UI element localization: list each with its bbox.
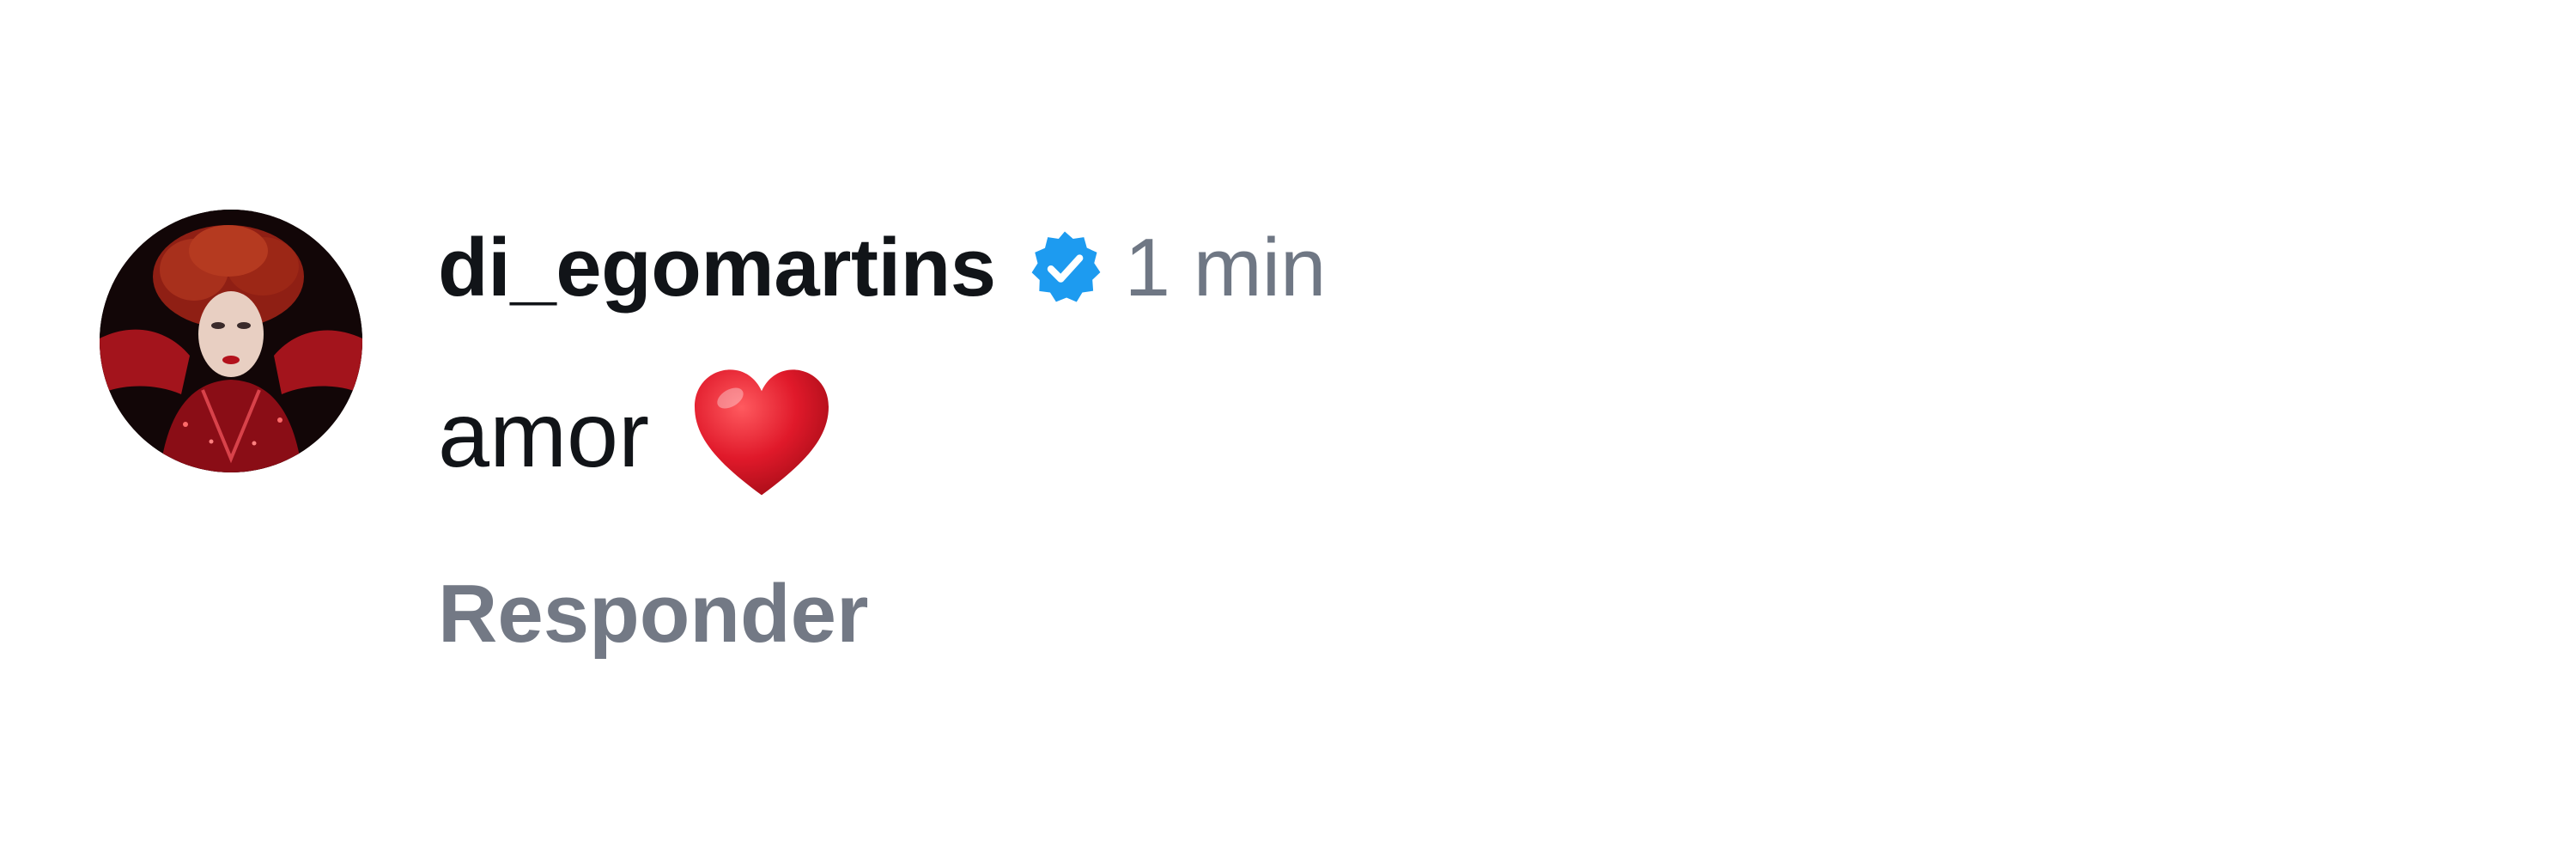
comment-header: di_egomartins 1 min (438, 216, 1326, 320)
verified-badge-icon (1025, 228, 1104, 308)
reply-button[interactable]: Responder (438, 567, 868, 661)
heart-icon (690, 367, 833, 501)
timestamp: 1 min (1124, 222, 1327, 314)
username-link[interactable]: di_egomartins (438, 221, 996, 315)
avatar[interactable] (100, 210, 362, 472)
comment-item: di_egomartins 1 min amor Responder (0, 0, 2576, 859)
avatar-image (100, 210, 362, 472)
comment-text: amor (438, 381, 650, 486)
comment-body: amor (438, 361, 833, 507)
